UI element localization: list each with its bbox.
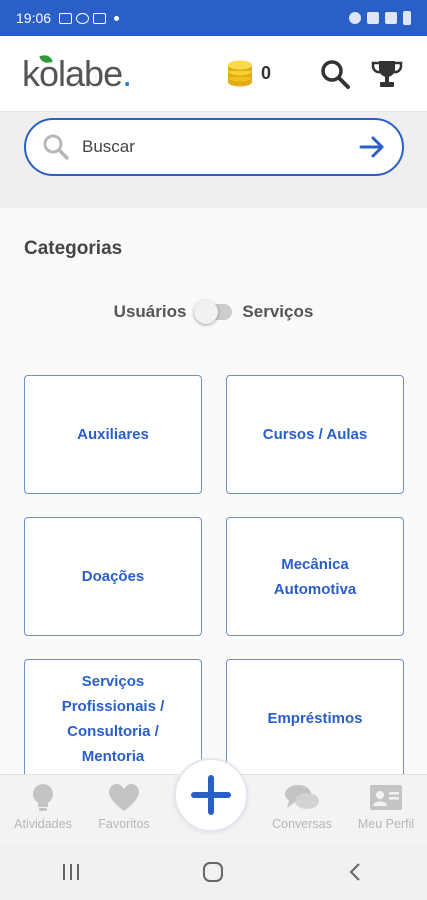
recent-apps-icon[interactable] [60,861,82,883]
add-button[interactable] [174,758,248,832]
coins-count: 0 [260,63,271,83]
category-card-doacoes[interactable]: Doações [24,517,202,636]
nav-item-atividades[interactable]: Atividades [2,783,84,831]
plus-icon [191,775,231,815]
toggle-label-usuarios: Usuários [113,302,187,321]
search-icon [43,134,69,160]
category-card-emprestimos[interactable]: Empréstimos [226,659,404,774]
alarm-icon [349,12,361,24]
nav-item-favoritos[interactable]: Favoritos [83,783,165,831]
section-title: Categorias [24,238,123,259]
nav-label-atividades: Atividades [14,817,72,831]
nav-label-meu-perfil: Meu Perfil [357,817,415,831]
notification-icons [59,12,107,24]
categories-section: Categorias Usuários Serviços Auxiliares … [0,208,427,774]
ranking-button[interactable] [369,56,405,92]
usuarios-servicos-switch[interactable] [194,300,233,324]
category-type-toggle: Usuários Serviços [0,300,427,324]
nav-item-conversas[interactable]: Conversas [261,783,343,831]
status-bar: 19:06 [0,0,427,36]
mail-notification-icon [93,12,107,24]
more-notifications-dot [114,15,120,21]
lightbulb-icon [33,784,53,811]
search-input[interactable] [82,137,358,157]
whatsapp-notification-icon [76,12,90,24]
category-card-mecanica-automotiva[interactable]: Mecânica Automotiva [226,517,404,636]
coins-icon [227,60,252,86]
search-bar[interactable] [24,118,404,176]
toggle-label-servicos: Serviços [242,302,314,321]
category-card-servicos-profissionais[interactable]: Serviços Profissionais / Consultoria / M… [24,659,202,774]
battery-icon [403,11,411,25]
categories-grid: Auxiliares Cursos / Aulas Doações Mecâni… [24,375,405,774]
nav-item-meu-perfil[interactable]: Meu Perfil [345,783,427,831]
switch-knob [194,300,219,324]
arrow-right-icon[interactable] [358,133,386,161]
search-section [0,112,427,208]
trophy-icon [371,60,403,87]
search-icon [321,59,350,89]
system-status-icons [349,11,411,25]
heart-icon [109,784,139,811]
kolabe-logo: kolabe. [22,52,132,94]
signal-icon [385,12,397,24]
wifi-icon [367,12,379,24]
system-navigation-bar [0,844,427,900]
gallery-notification-icon [59,12,73,24]
nav-label-conversas: Conversas [272,817,332,831]
category-card-cursos-aulas[interactable]: Cursos / Aulas [226,375,404,494]
home-icon[interactable] [201,860,225,884]
coins-counter[interactable]: 0 [225,59,271,89]
profile-card-icon [370,785,402,810]
nav-label-favoritos: Favoritos [98,817,150,831]
search-button[interactable] [317,56,353,92]
chat-icon [285,785,319,809]
back-icon[interactable] [345,861,367,883]
status-time: 19:06 [16,10,52,26]
category-card-auxiliares[interactable]: Auxiliares [24,375,202,494]
app-header: kolabe. 0 [0,36,427,112]
